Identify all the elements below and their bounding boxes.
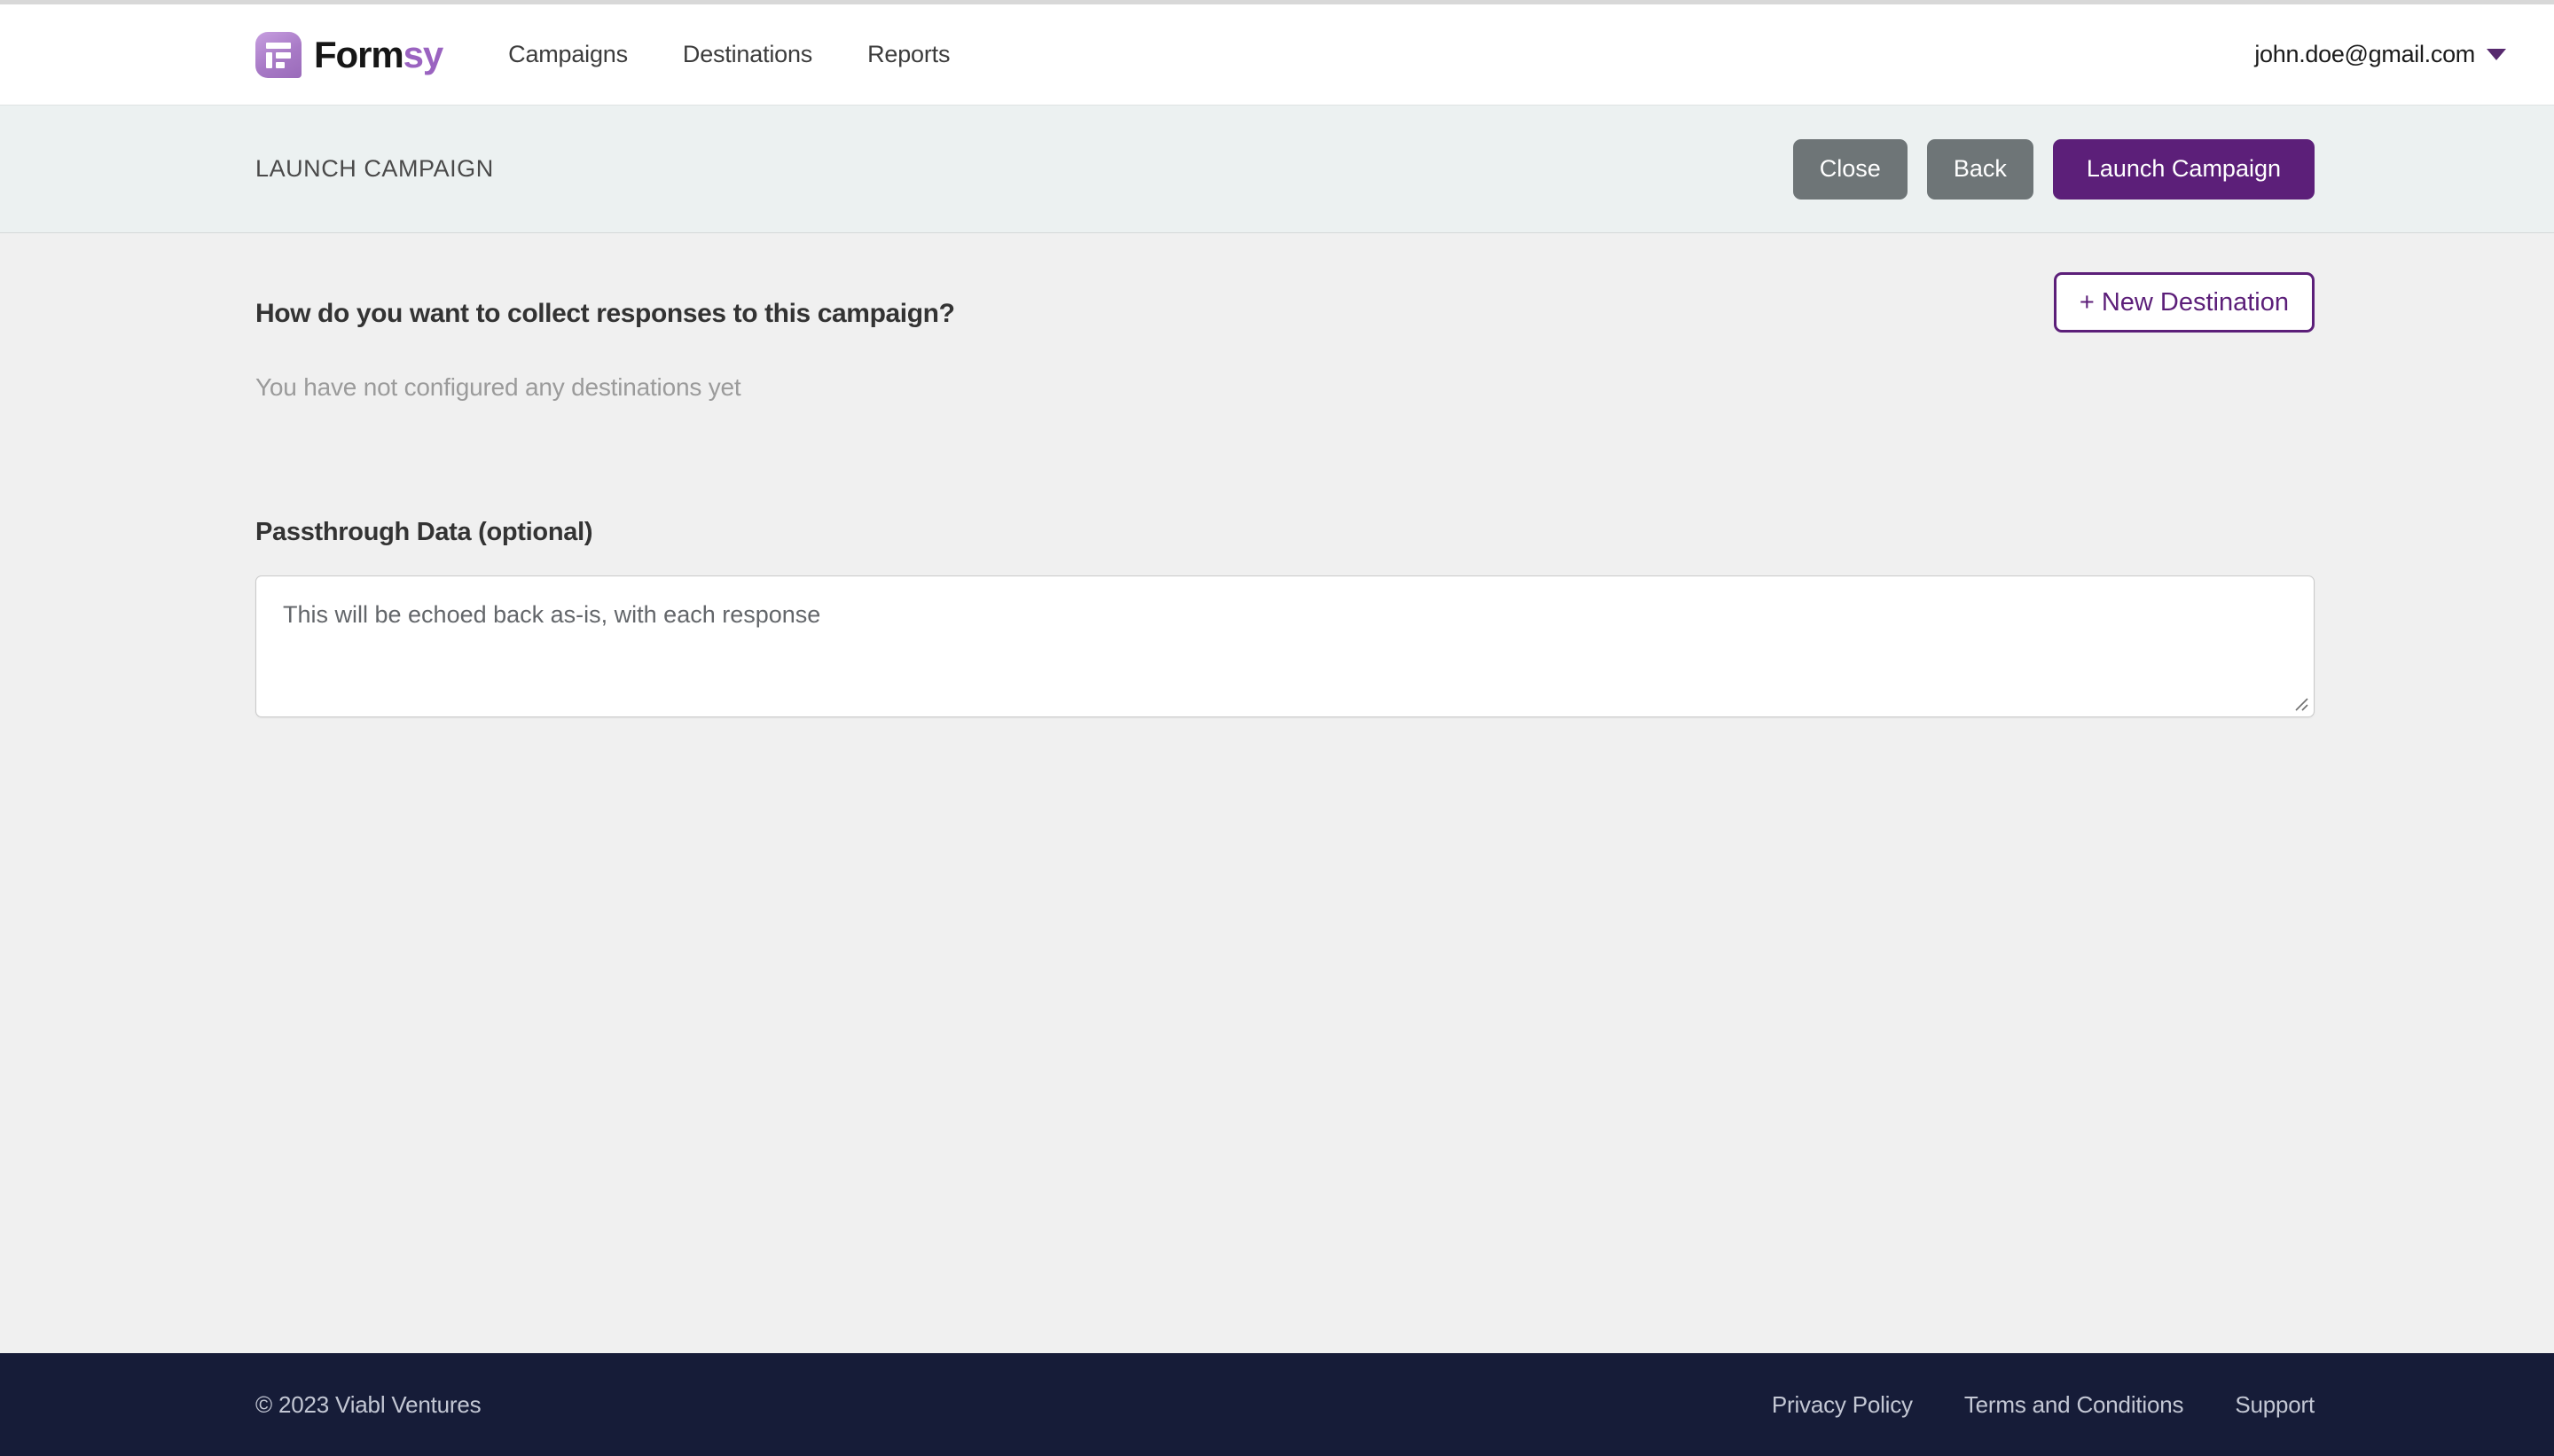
main-content: How do you want to collect responses to …: [0, 233, 2554, 1353]
brand-wordmark: Formsy: [314, 33, 444, 75]
footer-links: Privacy Policy Terms and Conditions Supp…: [1772, 1391, 2315, 1419]
brand-name-primary: Form: [314, 33, 404, 75]
back-button[interactable]: Back: [1926, 138, 2033, 200]
user-email-label: john.doe@gmail.com: [2254, 41, 2475, 67]
brand-name-accent: sy: [403, 33, 444, 75]
nav-item-reports[interactable]: Reports: [867, 41, 950, 68]
footer-copyright: © 2023 Viabl Ventures: [255, 1390, 482, 1418]
page-title: LAUNCH CAMPAIGN: [255, 155, 494, 182]
new-destination-button[interactable]: + New Destination: [2053, 272, 2315, 333]
footer-link-support[interactable]: Support: [2235, 1391, 2315, 1419]
footer-link-terms-and-conditions[interactable]: Terms and Conditions: [1964, 1391, 2184, 1419]
action-bar-buttons: Close Back Launch Campaign: [1792, 138, 2315, 200]
nav-item-campaigns[interactable]: Campaigns: [508, 41, 628, 68]
launch-campaign-button[interactable]: Launch Campaign: [2052, 138, 2315, 200]
destinations-section-header: How do you want to collect responses to …: [255, 233, 2315, 333]
destinations-empty-state: You have not configured any destinations…: [255, 373, 741, 401]
main-nav: Campaigns Destinations Reports: [508, 41, 950, 68]
collect-responses-question: How do you want to collect responses to …: [255, 299, 955, 328]
nav-item-destinations[interactable]: Destinations: [683, 41, 812, 68]
formsy-document-logo-icon: [255, 31, 302, 78]
action-bar: LAUNCH CAMPAIGN Close Back Launch Campai…: [0, 105, 2554, 233]
close-button[interactable]: Close: [1792, 138, 1908, 200]
passthrough-data-input[interactable]: [255, 575, 2315, 717]
brand-logo[interactable]: Formsy: [255, 31, 444, 78]
passthrough-data-field-wrapper: [255, 575, 2315, 717]
app-footer: © 2023 Viabl Ventures Privacy Policy Ter…: [0, 1353, 2554, 1456]
app-header: Formsy Campaigns Destinations Reports jo…: [0, 4, 2554, 105]
user-menu[interactable]: john.doe@gmail.com: [2254, 41, 2506, 68]
footer-link-privacy-policy[interactable]: Privacy Policy: [1772, 1391, 1913, 1419]
passthrough-data-label: Passthrough Data (optional): [255, 518, 593, 546]
app-page: Formsy Campaigns Destinations Reports jo…: [0, 0, 2554, 1456]
chevron-down-icon: [2487, 49, 2506, 60]
